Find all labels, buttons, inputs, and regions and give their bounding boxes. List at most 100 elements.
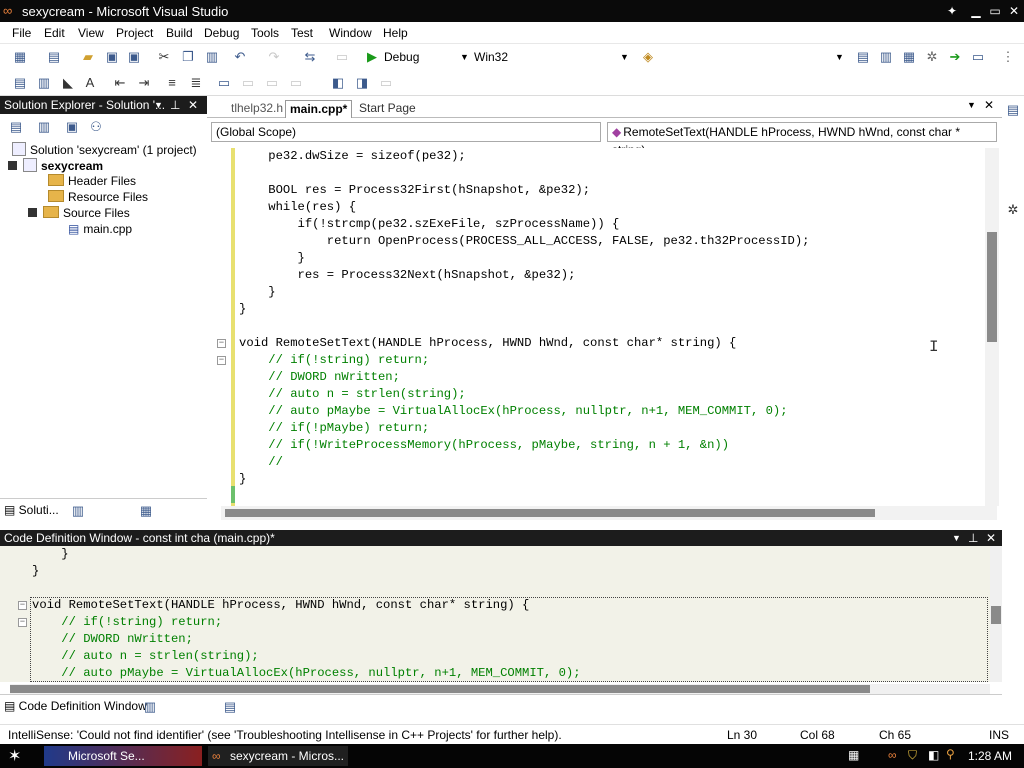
menu-debug[interactable]: Debug (204, 26, 239, 40)
cut-icon[interactable]: ✂ (156, 49, 172, 65)
close-icon[interactable]: ✕ (986, 530, 996, 546)
collapse-icon[interactable]: − (217, 339, 226, 348)
redo-icon[interactable]: ↷ (266, 49, 282, 65)
start-debug-icon[interactable]: ▶ (364, 49, 380, 65)
start-page-icon[interactable]: ➔ (947, 49, 963, 65)
comment-icon[interactable]: ≡ (164, 75, 180, 91)
close-icon[interactable]: ✕ (984, 98, 994, 112)
menu-edit[interactable]: Edit (44, 26, 65, 40)
menu-view[interactable]: View (78, 26, 104, 40)
minimize-button[interactable]: ▁ (967, 3, 985, 19)
scrollbar-thumb[interactable] (991, 606, 1001, 624)
vertical-scrollbar[interactable] (985, 148, 999, 506)
menu-window[interactable]: Window (329, 26, 372, 40)
parameter-info-icon[interactable]: ▥ (36, 75, 52, 91)
bookmark-icon[interactable]: ▭ (216, 75, 232, 91)
quick-info-icon[interactable]: ◣ (60, 75, 76, 91)
start-icon[interactable]: ✶ (8, 746, 21, 766)
tree-source-files[interactable]: Source Files (28, 206, 130, 220)
paste-icon[interactable]: ▥ (204, 49, 220, 65)
tree-main-cpp[interactable]: ▤ main.cpp (68, 222, 132, 236)
tab-start-page[interactable]: Start Page (355, 100, 420, 118)
toolbar-options-icon[interactable]: ⋮ (1000, 49, 1016, 65)
config-select[interactable]: Debug ▼ (380, 48, 470, 66)
prev-in-folder-icon[interactable]: ▭ (288, 75, 304, 91)
scrollbar-thumb[interactable] (225, 509, 875, 517)
open-folder-icon[interactable]: ▰ (80, 49, 96, 65)
pin-icon[interactable]: ⊥ (968, 530, 978, 546)
properties-icon[interactable]: ▤ (8, 119, 24, 135)
tab-solution-explorer[interactable]: ▤ Soluti... (4, 503, 59, 517)
add-item-icon[interactable]: ▤ (46, 49, 62, 65)
menu-test[interactable]: Test (291, 26, 313, 40)
chevron-down-icon[interactable]: ▼ (967, 100, 976, 110)
save-all-icon[interactable]: ▣ (126, 49, 142, 65)
keyboard-icon[interactable]: ▦ (848, 748, 859, 762)
clock[interactable]: 1:28 AM (968, 749, 1012, 763)
new-project-icon[interactable]: ▦ (12, 49, 28, 65)
code-definition-content[interactable]: − − } } void RemoteSetText(HANDLE hProce… (0, 546, 990, 682)
taskbar-item-browser[interactable]: Microsoft Se... (44, 746, 202, 766)
increase-indent-icon[interactable]: ⇥ (136, 75, 152, 91)
scrollbar-thumb[interactable] (10, 685, 870, 693)
scope-combo[interactable]: (Global Scope) (211, 122, 601, 142)
maximize-button[interactable]: ▭ (986, 3, 1004, 19)
object-browser-icon[interactable]: ▦ (901, 49, 917, 65)
next-bookmark-icon[interactable]: ▭ (264, 75, 280, 91)
prev-bookmark-doc-icon[interactable]: ◧ (330, 75, 346, 91)
menu-tools[interactable]: Tools (251, 26, 279, 40)
pin-icon[interactable]: ✦ (943, 3, 961, 19)
find-combo[interactable]: ▼ (660, 48, 845, 66)
tree-resource-files[interactable]: Resource Files (48, 190, 148, 204)
solution-explorer-icon[interactable]: ▤ (855, 49, 871, 65)
properties-icon[interactable]: ▥ (878, 49, 894, 65)
taskbar-item-vs[interactable]: ∞ sexycream - Micros... (208, 746, 348, 766)
tree-solution[interactable]: Solution 'sexycream' (1 project) (12, 142, 197, 157)
collapse-icon[interactable]: − (18, 601, 27, 610)
platform-select[interactable]: Win32 ▼ (470, 48, 630, 66)
call-browser-tab-icon[interactable]: ▥ (142, 699, 158, 715)
server-explorer-icon[interactable]: ▤ (1005, 102, 1021, 118)
complete-word-icon[interactable]: A (82, 75, 98, 91)
menu-help[interactable]: Help (383, 26, 408, 40)
tab-main-cpp[interactable]: main.cpp* (285, 100, 353, 118)
next-bookmark-doc-icon[interactable]: ◨ (354, 75, 370, 91)
menu-project[interactable]: Project (116, 26, 153, 40)
pin-icon[interactable]: ⊥ (170, 96, 180, 114)
collapse-icon[interactable] (8, 161, 17, 170)
scrollbar-thumb[interactable] (987, 232, 997, 342)
chevron-down-icon[interactable]: ▼ (154, 96, 163, 114)
refresh-icon[interactable]: ▣ (64, 119, 80, 135)
output-tab-icon[interactable]: ▤ (222, 699, 238, 715)
menu-file[interactable]: File (12, 26, 31, 40)
decrease-indent-icon[interactable]: ⇤ (112, 75, 128, 91)
toolbox-icon[interactable]: ✲ (924, 49, 940, 65)
find-in-files-icon[interactable]: ◈ (640, 49, 656, 65)
tree-project[interactable]: sexycream (8, 158, 103, 173)
window-icon[interactable]: ▭ (970, 49, 986, 65)
clear-bookmarks-icon[interactable]: ▭ (378, 75, 394, 91)
close-icon[interactable]: ✕ (188, 96, 198, 114)
property-manager-tab-icon[interactable]: ▦ (138, 503, 154, 519)
vertical-scrollbar[interactable] (990, 546, 1002, 682)
code-editor[interactable]: − − pe32.dwSize = sizeof(pe32); BOOL res… (211, 148, 985, 506)
uncomment-icon[interactable]: ≣ (188, 75, 204, 91)
shield-icon[interactable]: ⛉ (908, 748, 917, 763)
undo-icon[interactable]: ↶ (232, 49, 248, 65)
horizontal-scrollbar[interactable] (10, 684, 990, 694)
save-icon[interactable]: ▣ (104, 49, 120, 65)
find-icon[interactable]: ▭ (334, 49, 350, 65)
close-button[interactable]: ✕ (1005, 3, 1023, 19)
collapse-icon[interactable]: − (18, 618, 27, 627)
class-view-tab-icon[interactable]: ▥ (70, 503, 86, 519)
collapse-icon[interactable]: − (217, 356, 226, 365)
network-icon[interactable]: ◧ (928, 748, 939, 762)
prev-bookmark-icon[interactable]: ▭ (240, 75, 256, 91)
tab-tlhelp32[interactable]: tlhelp32.h (227, 100, 287, 118)
toolbox-icon[interactable]: ✲ (1005, 202, 1021, 218)
chevron-down-icon[interactable]: ▼ (952, 530, 961, 546)
horizontal-scrollbar[interactable] (221, 506, 997, 520)
vs-tray-icon[interactable]: ∞ (888, 748, 897, 762)
collapse-icon[interactable] (28, 208, 37, 217)
class-view-icon[interactable]: ⚇ (88, 119, 104, 135)
